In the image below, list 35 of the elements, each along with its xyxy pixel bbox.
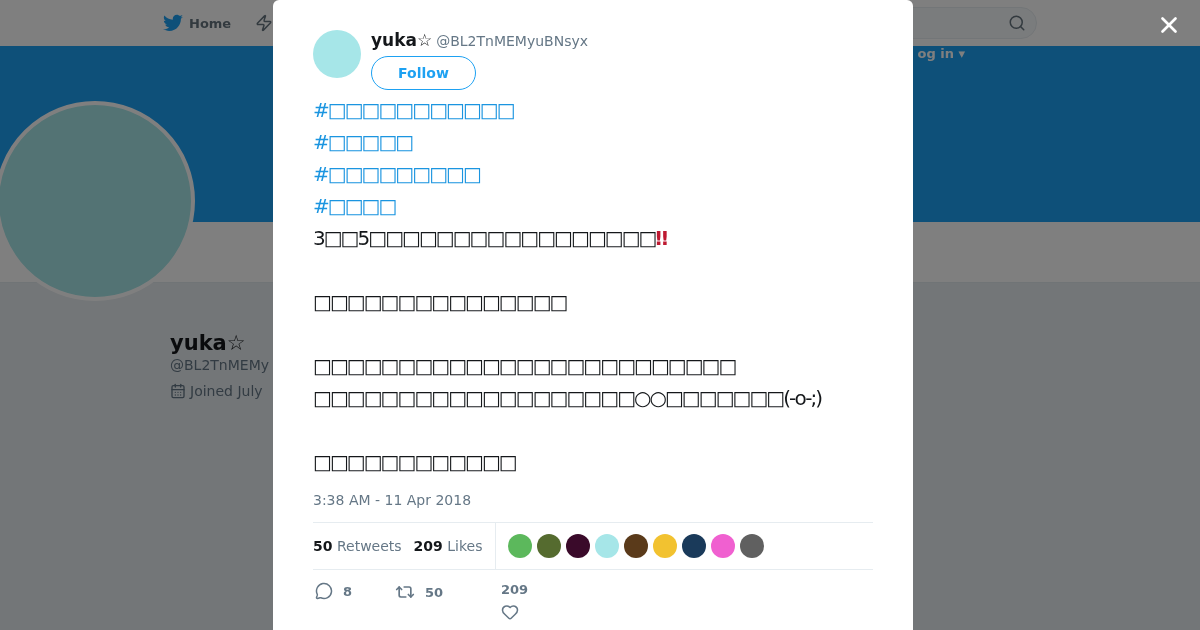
reply-icon[interactable]: [315, 582, 333, 600]
tweet-text: □□□□□□□□□□□□: [313, 450, 516, 474]
tweet-text: □□□□□□□□□□□□□□□: [313, 290, 567, 314]
tweet-timestamp: 3:38 AM - 11 Apr 2018: [313, 492, 473, 508]
calendar-icon: [170, 383, 186, 399]
home-link[interactable]: Home: [163, 14, 232, 32]
heart-icon[interactable]: [501, 603, 519, 621]
reply-count: 8: [343, 583, 353, 599]
hashtag-link[interactable]: #□□□□: [313, 194, 396, 218]
hashtag-link[interactable]: #□□□□□: [313, 130, 413, 154]
liker-avatar[interactable]: [739, 534, 764, 558]
tweet-text: 3□□5□□□□□□□□□□□□□□□□□: [313, 226, 656, 250]
exclamation-icon: ‼: [655, 226, 667, 250]
user-name: yuka☆: [371, 30, 433, 50]
login-link[interactable]: og in ▾: [917, 46, 965, 222]
user-avatar: [313, 30, 361, 78]
profile-name: yuka☆: [170, 330, 246, 355]
tweet-text: □□□□□□□□□□□□□□□□□□□○○□□□□□□□(-o-;): [313, 386, 821, 410]
liker-avatar[interactable]: [681, 534, 706, 558]
joined-date: Joined July: [190, 383, 263, 399]
stat-count[interactable]: 50 Retweets: [313, 538, 402, 554]
liker-avatar[interactable]: [623, 534, 648, 558]
tweet-text: □□□□□□□□□□□□□□□□□□□□□□□□□: [313, 354, 736, 378]
liker-avatar[interactable]: [565, 534, 590, 558]
lightning-icon[interactable]: [255, 14, 274, 32]
user-handle: @BL2TnMEMyuBNsyx: [436, 33, 589, 49]
like-count: 209: [501, 582, 529, 597]
follow-button[interactable]: Follow: [371, 56, 476, 90]
hashtag-link[interactable]: #□□□□□□□□□: [313, 162, 480, 186]
search-icon: [1008, 14, 1026, 32]
profile-handle: @BL2TnMEMy: [170, 357, 270, 373]
stat-count[interactable]: 209 Likes: [413, 538, 483, 554]
retweet-count: 50: [425, 584, 444, 600]
bird-icon: [163, 14, 183, 32]
hashtag-link[interactable]: #□□□□□□□□□□□: [313, 98, 514, 122]
